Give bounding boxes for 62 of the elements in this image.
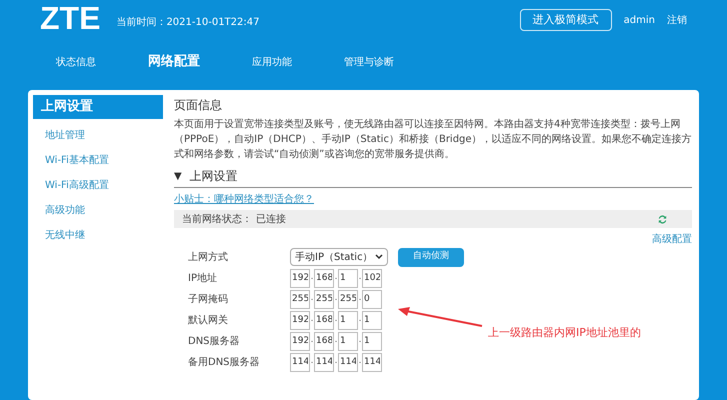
- page-info-title: 页面信息: [174, 97, 223, 114]
- ip-separator: .: [358, 292, 362, 306]
- collapse-toggle[interactable]: ▼: [174, 168, 182, 184]
- ip-separator: .: [310, 313, 314, 326]
- nav-tab[interactable]: 网络配置: [148, 52, 200, 72]
- ip-octet-field[interactable]: 1: [338, 310, 358, 330]
- ip-octet-field[interactable]: 0: [362, 290, 382, 308]
- ip-separator: .: [358, 313, 362, 326]
- field-label: 上网方式: [188, 250, 229, 264]
- field-label: DNS服务器: [188, 334, 241, 348]
- ip-separator: .: [358, 334, 362, 348]
- ip-separator: .: [310, 292, 314, 306]
- status-value: 已连接: [256, 212, 286, 226]
- refresh-icon[interactable]: [657, 214, 668, 224]
- ip-separator: .: [358, 355, 362, 368]
- sidebar-item[interactable]: 地址管理: [33, 123, 163, 148]
- status-label: 当前网络状态：: [182, 212, 252, 226]
- ip-octet-field[interactable]: 1: [338, 268, 358, 288]
- tip-link[interactable]: 小贴士：哪种网络类型适合您？: [174, 192, 692, 207]
- ip-octet-field[interactable]: 192: [290, 268, 310, 288]
- ip-separator: .: [310, 334, 314, 348]
- ip-separator: .: [310, 355, 314, 368]
- ip-octet-field[interactable]: 255: [314, 290, 334, 308]
- section-title: 上网设置: [190, 168, 238, 185]
- advanced-config-link[interactable]: 高级配置: [652, 232, 692, 247]
- logo: ZTE: [40, 2, 100, 34]
- ip-octet-field[interactable]: 102: [362, 268, 382, 288]
- connection-type-select[interactable]: 手动IP（Static）: [290, 248, 388, 266]
- ip-octet-field[interactable]: 1: [338, 332, 358, 350]
- ip-octet-field[interactable]: 1: [362, 332, 382, 350]
- sidebar-item[interactable]: 上网设置: [33, 95, 163, 119]
- field-label: 默认网关: [188, 314, 229, 328]
- sidebar-item[interactable]: Wi-Fi高级配置: [33, 173, 163, 198]
- ip-separator: .: [334, 355, 338, 368]
- sidebar-item[interactable]: 无线中继: [33, 223, 163, 248]
- chevron-down-icon: [375, 254, 383, 260]
- ip-separator: .: [358, 271, 362, 284]
- ip-separator: .: [334, 313, 338, 326]
- sidebar-item[interactable]: 高级功能: [33, 198, 163, 223]
- logout-link[interactable]: 注销: [667, 12, 687, 28]
- current-time: 当前时间：2021-10-01T22:47: [116, 16, 260, 30]
- username: admin: [624, 14, 655, 28]
- nav-tab[interactable]: 状态信息: [56, 54, 96, 70]
- ip-separator: .: [334, 334, 338, 348]
- field-label: IP地址: [188, 272, 218, 286]
- nav-tab[interactable]: 管理与诊断: [344, 54, 394, 70]
- field-label: 子网掩码: [188, 292, 229, 306]
- simple-mode-button[interactable]: 进入极简模式: [520, 9, 612, 31]
- ip-separator: .: [310, 271, 314, 284]
- ip-octet-field[interactable]: 192: [290, 310, 310, 330]
- page-description: 本页面用于设置宽带连接类型及账号，使无线路由器可以连接至因特网。本路由器支持4种宽带连接类型：拨号上网（PPPoE），自动IP（DHCP）、手动IP（Static）和桥接（Bridge），以适应不同的网络设置。如果您不确定连接方式和网络参数，请尝试“自动侦测”或咨询您的宽带服务提供商。: [174, 118, 692, 162]
- ip-separator: .: [334, 292, 338, 306]
- select-value: 手动IP（Static）: [295, 250, 374, 264]
- ip-separator: .: [334, 271, 338, 284]
- ip-octet-field[interactable]: 255: [338, 290, 358, 308]
- ip-octet-field[interactable]: 255: [290, 290, 310, 308]
- sidebar-item[interactable]: Wi-Fi基本配置: [33, 148, 163, 173]
- annotation-text: 上一级路由器内网IP地址池里的: [488, 325, 641, 341]
- ip-octet-field[interactable]: 192: [290, 332, 310, 350]
- ip-octet-field[interactable]: 1: [362, 310, 382, 330]
- nav-tab[interactable]: 应用功能: [252, 54, 292, 70]
- field-label: 备用DNS服务器: [188, 356, 261, 370]
